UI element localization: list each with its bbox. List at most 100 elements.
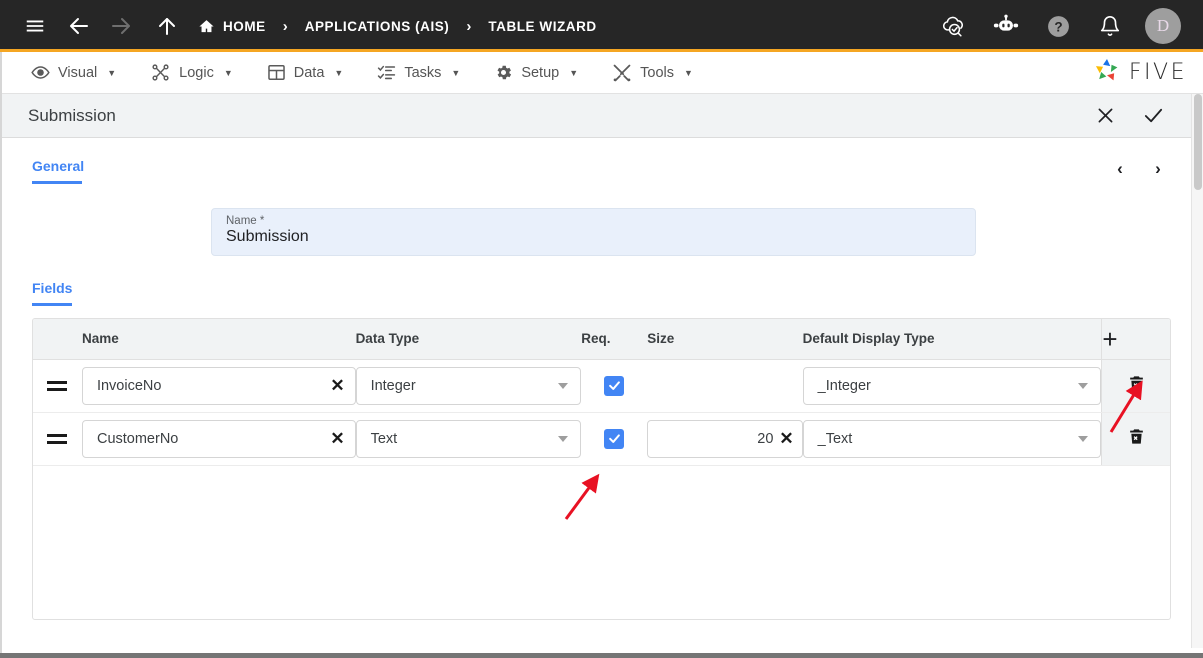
user-avatar[interactable]: D bbox=[1145, 8, 1181, 44]
fields-table: Name Data Type Req. Size Default Display… bbox=[33, 319, 1170, 466]
row-1-drag-handle[interactable] bbox=[33, 433, 82, 444]
forward-arrow-icon[interactable] bbox=[104, 9, 138, 43]
menu-tools[interactable]: Tools ▼ bbox=[595, 52, 710, 93]
row-1-name-input[interactable]: CustomerNo ✕ bbox=[81, 419, 356, 458]
row-1-name-cell: CustomerNo ✕ bbox=[81, 412, 356, 466]
row-1-data-type-select[interactable]: Text bbox=[355, 419, 582, 458]
row-0-name-clear-icon[interactable]: ✕ bbox=[324, 376, 344, 396]
chevron-down-icon bbox=[558, 435, 569, 442]
row-0-default-display-type-select[interactable]: _Integer bbox=[802, 366, 1102, 405]
help-icon[interactable]: ? bbox=[1041, 9, 1075, 43]
row-1-data-type-value: Text bbox=[370, 430, 398, 447]
row-1-default-display-type-value: _Text bbox=[817, 430, 853, 447]
chevron-down-icon: ▼ bbox=[451, 67, 461, 78]
back-arrow-icon[interactable] bbox=[62, 9, 96, 43]
plus-icon: + bbox=[1102, 323, 1118, 354]
up-arrow-icon[interactable] bbox=[150, 9, 184, 43]
record-nav-buttons: ‹ › bbox=[1109, 158, 1203, 180]
row-0-delete-button[interactable] bbox=[1127, 374, 1146, 393]
five-pinwheel-icon bbox=[1094, 57, 1120, 88]
scrollbar-thumb[interactable] bbox=[1194, 94, 1202, 190]
column-header-required: Req. bbox=[581, 319, 648, 360]
five-brand-label: FIVE bbox=[1128, 60, 1187, 85]
record-header-bar: Submission bbox=[0, 94, 1203, 138]
name-input[interactable]: Name * Submission bbox=[211, 208, 976, 256]
cloud-check-icon[interactable] bbox=[937, 9, 971, 43]
row-1-delete-button[interactable] bbox=[1127, 427, 1146, 446]
chevron-down-icon: ▼ bbox=[223, 67, 233, 78]
page-title: Submission bbox=[28, 105, 116, 125]
eye-icon bbox=[31, 63, 50, 82]
save-confirm-button[interactable] bbox=[1139, 102, 1167, 130]
row-0-default-display-type-value: _Integer bbox=[817, 377, 871, 394]
chevron-down-icon: ▼ bbox=[334, 67, 344, 78]
name-field-row: Name * Submission bbox=[0, 184, 1203, 256]
robot-assistant-icon[interactable] bbox=[989, 9, 1023, 43]
hamburger-menu-icon[interactable] bbox=[18, 9, 52, 43]
row-1-size-clear-icon[interactable]: ✕ bbox=[773, 429, 793, 449]
checklist-icon bbox=[377, 63, 396, 82]
menu-tools-label: Tools bbox=[640, 64, 674, 81]
row-1-default-display-type-cell: _Text bbox=[802, 412, 1102, 466]
previous-record-button[interactable]: ‹ bbox=[1109, 158, 1131, 180]
breadcrumb-label-table-wizard: TABLE WIZARD bbox=[488, 18, 597, 34]
breadcrumb-item-table-wizard[interactable]: TABLE WIZARD bbox=[488, 19, 596, 34]
row-0-drag-handle-cell bbox=[33, 359, 82, 413]
table-header-row: Name Data Type Req. Size Default Display… bbox=[33, 319, 1170, 360]
row-1-size-input[interactable]: 20 ✕ bbox=[647, 419, 803, 458]
row-0-name-input[interactable]: InvoiceNo ✕ bbox=[81, 366, 356, 405]
menu-data[interactable]: Data ▼ bbox=[250, 52, 361, 93]
row-1-name-value: CustomerNo bbox=[96, 430, 179, 447]
row-0-data-type-select[interactable]: Integer bbox=[355, 366, 582, 405]
chevron-down-icon bbox=[558, 382, 569, 389]
row-0-size-cell bbox=[647, 359, 803, 413]
row-0-default-display-type-cell: _Integer bbox=[802, 359, 1102, 413]
breadcrumb-separator: › bbox=[282, 17, 288, 35]
row-1-actions-cell bbox=[1101, 412, 1170, 466]
column-header-handle bbox=[33, 319, 82, 360]
tools-wrench-icon bbox=[612, 63, 632, 83]
chevron-down-icon bbox=[1078, 435, 1089, 442]
row-0-name-cell: InvoiceNo ✕ bbox=[81, 359, 356, 413]
breadcrumb-separator: › bbox=[466, 17, 472, 35]
row-0-required-checkbox[interactable] bbox=[604, 375, 625, 396]
next-record-button[interactable]: › bbox=[1147, 158, 1169, 180]
logic-nodes-icon bbox=[150, 63, 171, 82]
menu-setup[interactable]: Setup ▼ bbox=[477, 52, 595, 93]
row-1-drag-handle-cell bbox=[33, 412, 82, 466]
drag-handle-icon bbox=[47, 380, 68, 391]
tab-general[interactable]: General bbox=[32, 158, 84, 184]
column-header-data-type: Data Type bbox=[355, 319, 582, 360]
form-content: General ‹ › Name * Submission Fields Nam… bbox=[0, 138, 1203, 658]
row-1-data-type-cell: Text bbox=[355, 412, 582, 466]
menu-tasks[interactable]: Tasks ▼ bbox=[360, 52, 477, 93]
table-row: InvoiceNo ✕ Integer _Integer bbox=[33, 359, 1170, 413]
row-1-default-display-type-select[interactable]: _Text bbox=[802, 419, 1102, 458]
row-0-name-value: InvoiceNo bbox=[96, 377, 162, 394]
general-tab-row: General ‹ › bbox=[0, 138, 1203, 184]
row-1-required-cell bbox=[581, 412, 648, 466]
menu-visual[interactable]: Visual ▼ bbox=[14, 52, 133, 93]
top-navigation-bar: HOME › APPLICATIONS (AIS) › TABLE WIZARD bbox=[0, 0, 1203, 52]
drag-handle-icon bbox=[47, 433, 68, 444]
add-field-button[interactable]: + bbox=[1101, 319, 1170, 360]
vertical-scrollbar[interactable] bbox=[1191, 94, 1203, 648]
record-header-actions bbox=[1091, 102, 1189, 130]
breadcrumb-item-applications[interactable]: APPLICATIONS (AIS) bbox=[305, 19, 450, 34]
column-header-name: Name bbox=[81, 319, 356, 360]
breadcrumb-label-home: HOME bbox=[223, 18, 266, 34]
menu-logic-label: Logic bbox=[179, 64, 214, 81]
row-0-data-type-value: Integer bbox=[370, 377, 416, 394]
chevron-down-icon bbox=[1078, 382, 1089, 389]
row-1-name-clear-icon[interactable]: ✕ bbox=[324, 429, 344, 449]
menu-logic[interactable]: Logic ▼ bbox=[133, 52, 250, 93]
close-button[interactable] bbox=[1091, 102, 1119, 130]
fields-table-head: Name Data Type Req. Size Default Display… bbox=[33, 319, 1170, 360]
window-left-edge bbox=[0, 52, 2, 653]
notification-bell-icon[interactable] bbox=[1093, 9, 1127, 43]
row-0-drag-handle[interactable] bbox=[33, 380, 82, 391]
breadcrumb-item-home[interactable]: HOME bbox=[198, 18, 266, 35]
row-1-required-checkbox[interactable] bbox=[604, 428, 625, 449]
tab-fields[interactable]: Fields bbox=[32, 280, 73, 306]
row-1-size-cell: 20 ✕ bbox=[647, 412, 803, 466]
